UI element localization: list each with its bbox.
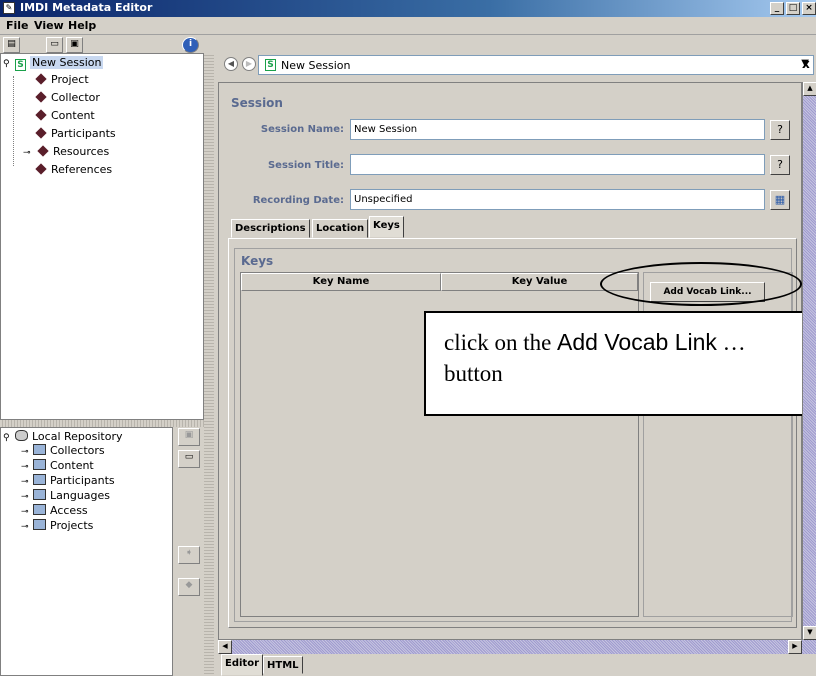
item-diamond-icon bbox=[37, 145, 49, 157]
horizontal-splitter[interactable] bbox=[0, 420, 204, 427]
calendar-icon[interactable]: ▦ bbox=[770, 190, 790, 210]
close-editor-button[interactable]: x bbox=[802, 57, 810, 71]
repo-item-label: Projects bbox=[50, 519, 94, 532]
window-title: IMDI Metadata Editor bbox=[20, 1, 153, 14]
scroll-up-icon[interactable]: ▲ bbox=[803, 82, 816, 96]
session-selector[interactable]: S New Session ▼ bbox=[258, 55, 814, 75]
app-icon: ✎ bbox=[3, 2, 15, 14]
scroll-right-icon[interactable]: ▶ bbox=[788, 640, 802, 654]
tab-editor[interactable]: Editor bbox=[221, 654, 263, 676]
folder-icon bbox=[33, 519, 46, 530]
repo-item-label: Content bbox=[50, 459, 94, 472]
menu-help[interactable]: Help bbox=[68, 19, 96, 32]
tree-root-label: New Session bbox=[30, 56, 104, 69]
tree-item-project[interactable]: Project bbox=[35, 71, 89, 88]
repo-item-label: Participants bbox=[50, 474, 115, 487]
session-selector-value: New Session bbox=[281, 59, 351, 72]
open-folder-icon[interactable]: ▭ bbox=[46, 37, 63, 53]
item-diamond-icon bbox=[35, 91, 47, 103]
arrow-right-icon[interactable]: ➧ bbox=[178, 546, 200, 564]
callout-button-name: Add Vocab Link bbox=[557, 329, 717, 355]
expand-icon[interactable]: ⊸ bbox=[23, 145, 33, 162]
title-bar: ✎ IMDI Metadata Editor _ □ × bbox=[0, 0, 816, 17]
repo-item-label: Access bbox=[50, 504, 88, 517]
section-title: Session bbox=[231, 96, 283, 110]
session-name-label: Session Name: bbox=[260, 124, 344, 135]
tree-item-label: References bbox=[51, 163, 113, 176]
tree-connector bbox=[13, 76, 14, 166]
arrow-left-icon[interactable]: ◆ bbox=[178, 578, 200, 596]
pin-icon: ⚲ bbox=[3, 59, 10, 69]
pin-icon: ⚲ bbox=[3, 433, 10, 443]
new-document-icon[interactable]: ▤ bbox=[3, 37, 20, 53]
item-diamond-icon bbox=[35, 127, 47, 139]
session-title-label: Session Title: bbox=[267, 160, 344, 171]
tab-keys[interactable]: Keys bbox=[369, 216, 404, 238]
repository-tree-panel: ⚲ Local Repository ⊸ Collectors ⊸ Content ⊸… bbox=[0, 427, 173, 676]
help-icon[interactable]: ? bbox=[770, 120, 790, 140]
tab-location[interactable]: Location bbox=[312, 219, 369, 238]
tree-item-label: Content bbox=[51, 109, 95, 122]
highlight-ellipse bbox=[600, 262, 802, 306]
column-key-name[interactable]: Key Name bbox=[241, 273, 441, 291]
vertical-splitter[interactable] bbox=[204, 53, 214, 676]
session-title-field[interactable] bbox=[350, 154, 765, 175]
forward-icon[interactable]: ▶ bbox=[242, 57, 256, 71]
tree-item-content[interactable]: Content bbox=[35, 107, 95, 124]
tree-item-resources[interactable]: ⊸ Resources bbox=[23, 143, 109, 160]
session-tree-panel: ⚲ S New Session Project Collector Content … bbox=[0, 53, 204, 420]
tree-item-label: Project bbox=[51, 73, 89, 86]
help-icon[interactable]: ? bbox=[770, 155, 790, 175]
instruction-callout: click on the Add Vocab Link … button bbox=[424, 311, 816, 416]
tree-item-label: Participants bbox=[51, 127, 116, 140]
menu-file[interactable]: File bbox=[6, 19, 29, 32]
scroll-down-icon[interactable]: ▼ bbox=[803, 626, 816, 640]
tree-item-label: Resources bbox=[53, 145, 110, 158]
item-diamond-icon bbox=[35, 109, 47, 121]
recording-date-field[interactable]: Unspecified bbox=[350, 189, 765, 210]
navigation-bar: ◀ ▶ S New Session ▼ x bbox=[220, 53, 816, 77]
repo-item-label: Collectors bbox=[50, 444, 105, 457]
session-icon: S bbox=[265, 59, 276, 71]
item-diamond-icon bbox=[35, 73, 47, 85]
expand-icon[interactable]: ⊸ bbox=[21, 519, 31, 536]
folder-icon bbox=[33, 474, 46, 485]
scroll-left-icon[interactable]: ◀ bbox=[218, 640, 232, 654]
session-name-field[interactable]: New Session bbox=[350, 119, 765, 140]
left-toolbar: ▤ ▭ ▣ i bbox=[0, 36, 204, 54]
tab-html[interactable]: HTML bbox=[263, 656, 303, 674]
menu-bar: File View Help bbox=[0, 17, 816, 35]
folder-icon bbox=[33, 489, 46, 500]
menu-view[interactable]: View bbox=[34, 19, 64, 32]
save-icon[interactable]: ▣ bbox=[178, 428, 200, 446]
tree-item-references[interactable]: References bbox=[35, 161, 113, 178]
close-window-button[interactable]: × bbox=[802, 2, 816, 15]
back-icon[interactable]: ◀ bbox=[224, 57, 238, 71]
tree-item-collector[interactable]: Collector bbox=[35, 89, 100, 106]
session-icon: S bbox=[15, 59, 26, 71]
vertical-scrollbar[interactable]: ▲ ▼ bbox=[802, 82, 816, 640]
maximize-button[interactable]: □ bbox=[786, 2, 800, 15]
horizontal-scrollbar[interactable]: ◀ ▶ bbox=[218, 640, 816, 654]
repo-item-projects[interactable]: ⊸ Projects bbox=[21, 517, 93, 534]
callout-text: click on the bbox=[444, 330, 558, 355]
info-icon[interactable]: i bbox=[182, 37, 199, 53]
tree-item-participants[interactable]: Participants bbox=[35, 125, 116, 142]
tree-item-label: Collector bbox=[51, 91, 100, 104]
item-diamond-icon bbox=[35, 163, 47, 175]
repo-item-label: Languages bbox=[50, 489, 111, 502]
folder-icon bbox=[33, 504, 46, 515]
folder-icon bbox=[33, 459, 46, 470]
save-icon[interactable]: ▣ bbox=[66, 37, 83, 53]
open-folder-icon[interactable]: ▭ bbox=[178, 450, 200, 468]
tree-root-session[interactable]: ⚲ S New Session bbox=[3, 54, 104, 71]
keys-title: Keys bbox=[241, 254, 274, 268]
minimize-button[interactable]: _ bbox=[770, 2, 784, 15]
repository-icon bbox=[15, 430, 28, 441]
tab-descriptions[interactable]: Descriptions bbox=[231, 219, 310, 238]
folder-icon bbox=[33, 444, 46, 455]
recording-date-label: Recording Date: bbox=[252, 195, 344, 206]
